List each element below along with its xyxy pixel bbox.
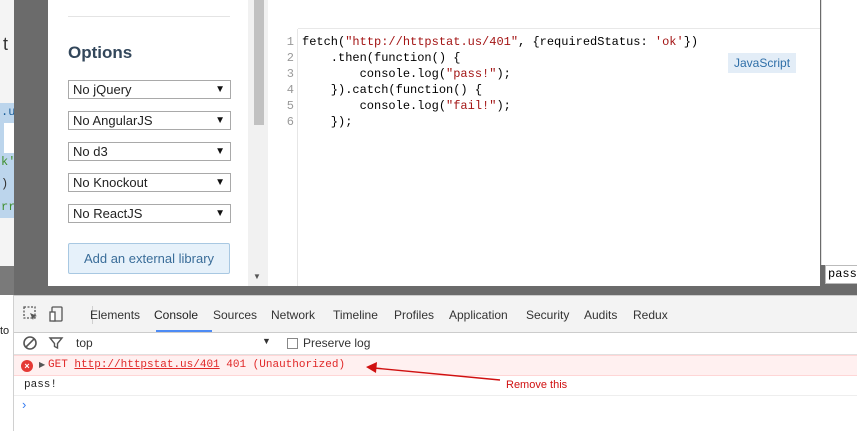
annotation-arrow-head: [366, 362, 377, 373]
annotation-arrow-overlay: [366, 362, 501, 381]
annotation-arrow-line: [373, 367, 501, 381]
annotation-label: Remove this: [506, 379, 568, 391]
